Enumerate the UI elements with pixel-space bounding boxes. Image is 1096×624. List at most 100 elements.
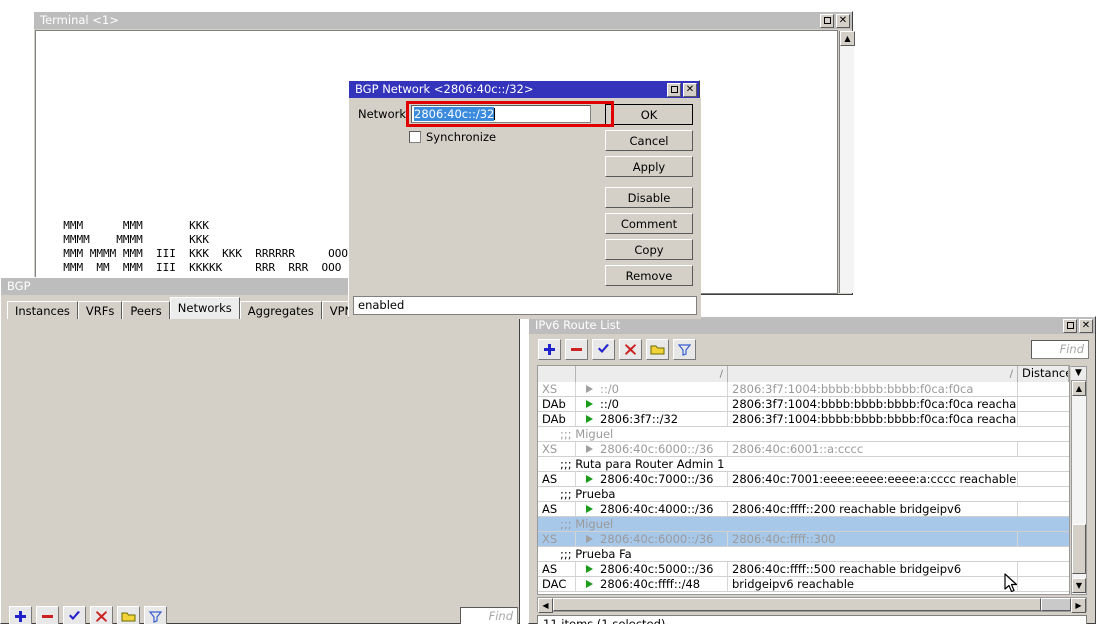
terminal-titlebar[interactable]: Terminal <1> ✕	[34, 12, 852, 29]
scroll-thumb-h[interactable]	[553, 598, 1041, 611]
ipv6-route-status-bar: 11 items (1 selected)	[537, 615, 1087, 624]
network-input[interactable]: 2806:40c::/32	[411, 105, 591, 123]
scroll-track[interactable]	[840, 46, 854, 293]
table-row[interactable]: ;;; Prueba Fa	[538, 547, 1069, 562]
scroll-thumb[interactable]	[1072, 524, 1086, 574]
route-arrow-icon	[586, 505, 593, 513]
maximize-icon[interactable]	[820, 14, 834, 28]
tab-aggregates[interactable]: Aggregates	[240, 301, 322, 319]
table-row[interactable]: AS2806:40c:5000::/362806:40c:ffff::500 r…	[538, 562, 1069, 577]
network-label: Network:	[358, 107, 410, 121]
table-row[interactable]: AS2806:40c:7000::/362806:40c:7001:eeee:e…	[538, 472, 1069, 487]
ok-button[interactable]: OK	[605, 104, 693, 125]
synchronize-checkbox[interactable]	[409, 131, 421, 143]
comment-icon[interactable]	[117, 606, 140, 624]
table-row[interactable]: ;;; Ruta para Router Admin 1	[538, 457, 1069, 472]
table-row[interactable]: XS2806:40c:6000::/362806:40c:ffff::300	[538, 532, 1069, 547]
ipv6-route-window-controls: ✕	[1063, 319, 1093, 333]
route-distance	[1018, 412, 1069, 426]
synchronize-row[interactable]: Synchronize	[409, 130, 496, 144]
bgp-find-input[interactable]: Find	[460, 607, 518, 624]
route-flags: AS	[538, 502, 576, 516]
route-horizontal-scrollbar[interactable]: ◀ ▶	[537, 597, 1087, 612]
tab-peers[interactable]: Peers	[122, 301, 169, 319]
disable-icon[interactable]	[90, 606, 113, 624]
remove-button[interactable]: Remove	[605, 265, 693, 286]
remove-icon[interactable]	[565, 339, 588, 360]
route-comment: ;;; Miguel	[538, 427, 1069, 441]
route-distance	[1018, 502, 1069, 516]
comment-icon[interactable]	[646, 339, 669, 360]
tab-instances[interactable]: Instances	[7, 301, 78, 319]
column-menu-icon[interactable]: ▼	[1071, 366, 1087, 381]
filter-icon[interactable]	[673, 339, 696, 360]
disable-button[interactable]: Disable	[605, 187, 693, 208]
ipv6-route-titlebar[interactable]: IPv6 Route List ✕	[529, 317, 1095, 334]
table-row[interactable]: XS::/02806:3f7:1004:bbbb:bbbb:bbbb:f0ca:…	[538, 382, 1069, 397]
scroll-down-button[interactable]: ▼	[1072, 578, 1086, 593]
route-flags: DAb	[538, 412, 576, 426]
ipv6-routes-table[interactable]: ∕ ∕ Distance XS::/02806:3f7:1004:bbbb:bb…	[537, 365, 1070, 595]
comment-button[interactable]: Comment	[605, 213, 693, 234]
close-icon[interactable]: ✕	[683, 83, 697, 97]
route-arrow-icon	[586, 580, 593, 588]
route-distance	[1018, 532, 1069, 546]
route-dst-address: 2806:40c:ffff::/48	[576, 577, 728, 591]
dialog-titlebar[interactable]: BGP Network <2806:40c::/32> ✕	[349, 81, 699, 98]
enable-icon[interactable]	[63, 606, 86, 624]
tab-vrfs[interactable]: VRFs	[78, 301, 122, 319]
scroll-right-button[interactable]: ▶	[1071, 598, 1086, 613]
route-distance	[1018, 562, 1069, 576]
scroll-track-h[interactable]	[1041, 598, 1071, 611]
remove-icon[interactable]	[36, 606, 59, 624]
header-gateway[interactable]: ∕	[728, 366, 1018, 382]
filter-icon[interactable]	[144, 606, 167, 624]
header-distance[interactable]: Distance	[1018, 366, 1069, 382]
route-dst-text: ::/0	[600, 382, 619, 396]
scroll-track[interactable]	[1072, 396, 1086, 578]
close-icon[interactable]: ✕	[836, 14, 850, 28]
route-arrow-icon	[586, 400, 593, 408]
terminal-vertical-scrollbar[interactable]: ▲	[839, 31, 854, 293]
terminal-window-controls: ✕	[820, 14, 850, 28]
route-vertical-scrollbar[interactable]: ▲ ▼	[1071, 381, 1087, 595]
apply-button[interactable]: Apply	[605, 156, 693, 177]
disable-icon[interactable]	[619, 339, 642, 360]
table-row[interactable]: ;;; Miguel	[538, 517, 1069, 532]
bgp-network-dialog[interactable]: BGP Network <2806:40c::/32> ✕ Network: 2…	[348, 80, 700, 318]
header-dst-address[interactable]: ∕	[576, 366, 728, 382]
scroll-up-button[interactable]: ▲	[840, 31, 855, 46]
table-row[interactable]: ;;; Miguel	[538, 427, 1069, 442]
add-icon[interactable]	[9, 606, 32, 624]
table-row[interactable]: ;;; Prueba	[538, 487, 1069, 502]
bgp-window[interactable]: BGP Instances VRFs Peers Networks Aggreg…	[0, 277, 520, 624]
table-row[interactable]: AS2806:40c:4000::/362806:40c:ffff::200 r…	[538, 502, 1069, 517]
add-icon[interactable]	[538, 339, 561, 360]
table-row[interactable]: DAb2806:3f7::/322806:3f7:1004:bbbb:bbbb:…	[538, 412, 1069, 427]
route-comment: ;;; Prueba	[538, 487, 1069, 501]
dialog-title: BGP Network <2806:40c::/32>	[355, 81, 667, 98]
enable-icon[interactable]	[592, 339, 615, 360]
ipv6-route-find-input[interactable]: Find	[1031, 340, 1089, 359]
synchronize-label: Synchronize	[426, 130, 496, 144]
table-row[interactable]: XS2806:40c:6000::/362806:40c:6001::a:ccc…	[538, 442, 1069, 457]
route-flags: AS	[538, 472, 576, 486]
cancel-button[interactable]: Cancel	[605, 130, 693, 151]
ipv6-route-list-window[interactable]: IPv6 Route List ✕	[528, 316, 1096, 624]
table-row[interactable]: DAC2806:40c:ffff::/48bridgeipv6 reachabl…	[538, 577, 1069, 592]
tab-networks[interactable]: Networks	[170, 297, 240, 319]
scroll-left-button[interactable]: ◀	[538, 598, 553, 613]
route-arrow-icon	[586, 565, 593, 573]
text-caret	[494, 108, 495, 120]
close-icon[interactable]: ✕	[1079, 319, 1093, 333]
scroll-up-button[interactable]: ▲	[1072, 381, 1086, 396]
header-flags[interactable]	[538, 366, 576, 382]
route-rows-container: XS::/02806:3f7:1004:bbbb:bbbb:bbbb:f0ca:…	[538, 382, 1069, 592]
maximize-icon[interactable]	[667, 83, 681, 97]
route-gateway: 2806:40c:7001:eeee:eeee:eeee:a:cccc reac…	[728, 472, 1018, 486]
route-gateway: 2806:40c:ffff::500 reachable bridgeipv6	[728, 562, 1018, 576]
table-row[interactable]: DAb::/02806:3f7:1004:bbbb:bbbb:bbbb:f0ca…	[538, 397, 1069, 412]
route-dst-text: 2806:3f7::/32	[600, 412, 678, 426]
maximize-icon[interactable]	[1063, 319, 1077, 333]
copy-button[interactable]: Copy	[605, 239, 693, 260]
